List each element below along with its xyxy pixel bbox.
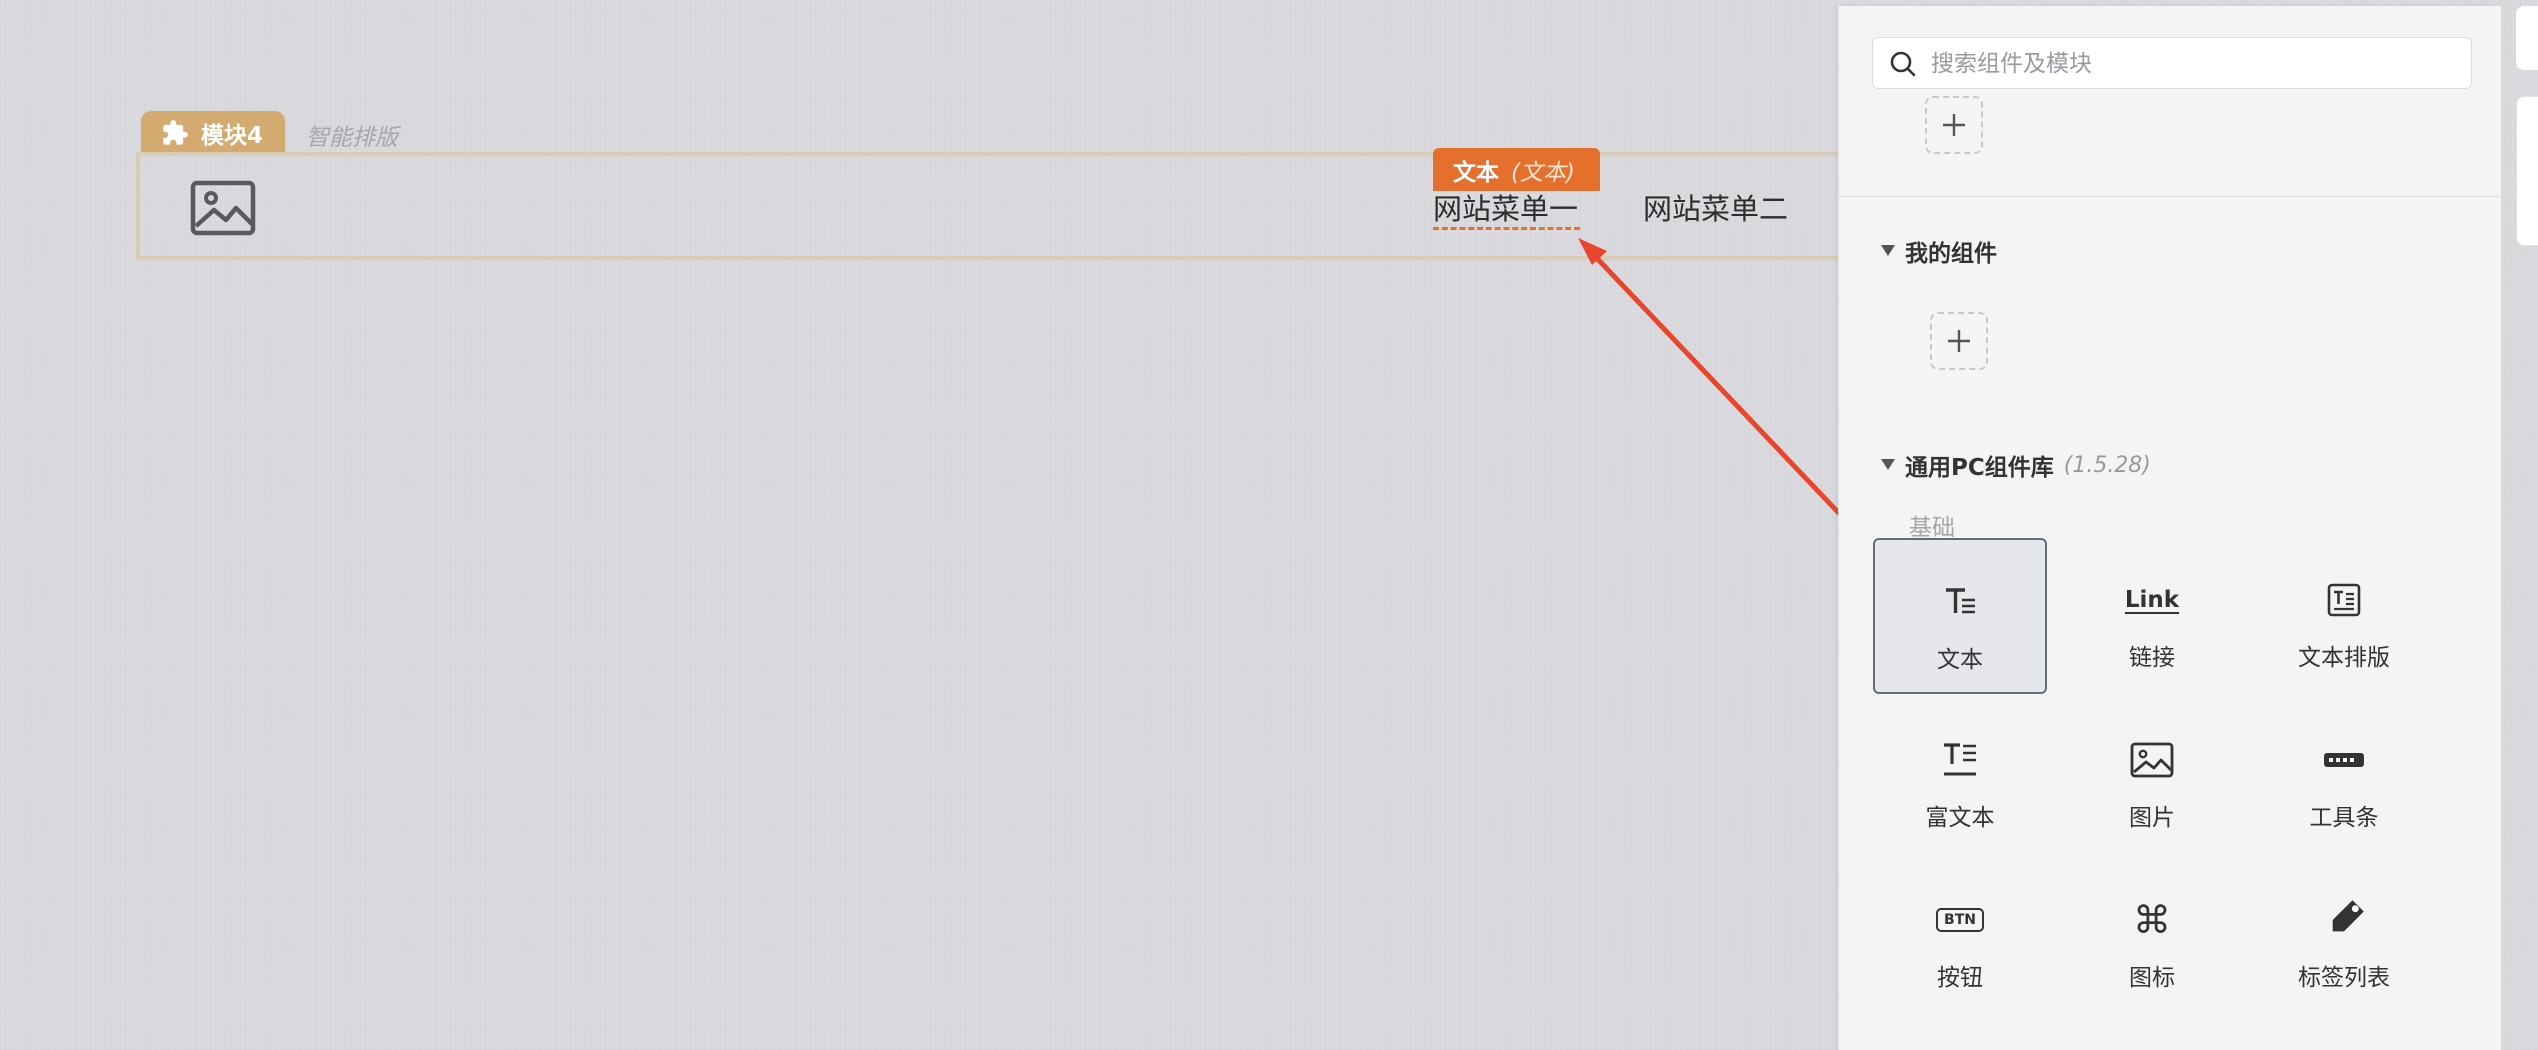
plus-icon	[1948, 330, 1970, 352]
component-label: 图片	[2129, 805, 2175, 831]
component-image[interactable]: 图片	[2065, 698, 2239, 854]
component-rich-text[interactable]: 富文本	[1873, 698, 2047, 854]
image-icon	[2130, 740, 2174, 780]
selected-tag-name: 文本	[1453, 159, 1499, 186]
component-label: 链接	[2129, 645, 2175, 671]
my-components-header[interactable]: 我的组件	[1881, 234, 1997, 268]
menu-item-1[interactable]: 网站菜单一	[1433, 191, 1581, 230]
selected-tag-type: (文本)	[1511, 159, 1575, 186]
basic-section-label: 基础	[1909, 515, 1955, 541]
search-box[interactable]	[1872, 37, 2472, 89]
search-input[interactable]	[1929, 46, 2453, 82]
add-module-button[interactable]	[1925, 96, 1983, 154]
caret-down-icon	[1881, 459, 1895, 470]
rich-text-icon	[1942, 740, 1978, 780]
component-label: 按钮	[1937, 965, 1983, 991]
my-components-title: 我的组件	[1905, 241, 1997, 267]
library-header[interactable]: 通用PC组件库 (1.5.28)	[1881, 448, 2151, 482]
component-toolbar[interactable]: 工具条	[2257, 698, 2431, 854]
button-icon-text: BTN	[1936, 908, 1984, 932]
text-layout-icon	[2327, 580, 2361, 620]
toolbar-icon	[2323, 740, 2365, 780]
link-icon-text: Link	[2124, 587, 2180, 613]
command-icon: ⌘	[2133, 900, 2171, 940]
library-title: 通用PC组件库	[1905, 455, 2054, 481]
link-icon: Link	[2125, 580, 2179, 620]
panel-divider	[1839, 196, 2501, 197]
edge-panel-card[interactable]	[2516, 6, 2538, 70]
module-tag[interactable]: 模块4	[141, 111, 286, 155]
selected-text-tag[interactable]: 文本 (文本)	[1433, 148, 1600, 191]
component-label: 图标	[2129, 965, 2175, 991]
plus-icon	[1943, 114, 1965, 136]
component-tag-list[interactable]: 标签列表	[2257, 858, 2431, 1014]
component-button[interactable]: BTN 按钮	[1873, 858, 2047, 1014]
component-icon[interactable]: ⌘ 图标	[2065, 858, 2239, 1014]
search-icon	[1890, 51, 1916, 77]
library-version: (1.5.28)	[2063, 452, 2151, 478]
module-tag-label: 模块4	[201, 123, 264, 149]
text-icon	[1943, 582, 1977, 622]
button-icon: BTN	[1936, 900, 1984, 940]
component-text[interactable]: 文本	[1873, 538, 2047, 694]
component-label: 文本	[1937, 647, 1983, 673]
component-label: 文本排版	[2298, 645, 2390, 671]
command-glyph: ⌘	[2133, 898, 2171, 942]
edge-panel-card[interactable]	[2516, 96, 2538, 246]
component-label: 富文本	[1925, 805, 1995, 831]
add-my-component-button[interactable]	[1930, 312, 1988, 370]
layout-mode-label[interactable]: 智能排版	[306, 118, 398, 152]
puzzle-icon	[163, 120, 188, 145]
editor-canvas[interactable]: 模块4 智能排版 文本 (文本) 网站菜单一 网站菜单二	[0, 0, 1856, 1044]
caret-down-icon	[1881, 245, 1895, 256]
component-text-layout[interactable]: 文本排版	[2257, 538, 2431, 694]
component-label: 标签列表	[2298, 965, 2390, 991]
component-link[interactable]: Link 链接	[2065, 538, 2239, 694]
tag-icon	[2322, 900, 2366, 940]
component-label: 工具条	[2309, 805, 2379, 831]
menu-item-2[interactable]: 网站菜单二	[1643, 191, 1788, 227]
component-panel: 我的组件 通用PC组件库 (1.5.28) 基础 文本 Link 链接	[1838, 6, 2501, 1050]
logo-image-icon[interactable]	[190, 180, 256, 236]
